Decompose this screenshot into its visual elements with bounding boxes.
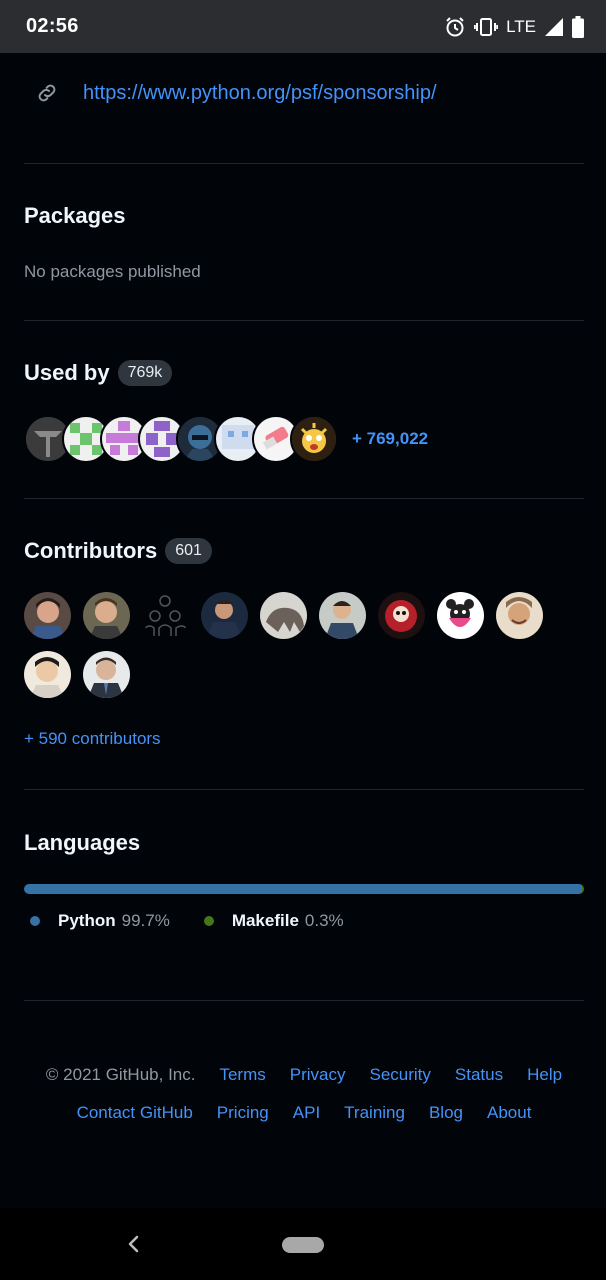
more-contributors-link[interactable]: + 590 contributors bbox=[24, 729, 161, 749]
status-bar: 02:56 LTE bbox=[0, 0, 606, 53]
divider bbox=[24, 498, 584, 499]
used-by-heading[interactable]: Used by 769k bbox=[24, 360, 173, 386]
language-bar-segment-makefile bbox=[582, 884, 584, 894]
footer-link-privacy[interactable]: Privacy bbox=[290, 1065, 346, 1085]
language-dot bbox=[30, 916, 40, 926]
language-percent: 99.7% bbox=[121, 911, 170, 930]
link-icon bbox=[38, 84, 56, 102]
divider bbox=[24, 1000, 584, 1001]
language-item-python[interactable]: Python 99.7% bbox=[30, 911, 170, 931]
contributor-avatar[interactable] bbox=[437, 592, 484, 639]
footer-link-status[interactable]: Status bbox=[455, 1065, 503, 1085]
contributor-avatar[interactable] bbox=[24, 592, 71, 639]
vibrate-icon bbox=[474, 18, 499, 36]
language-name: Python bbox=[58, 911, 116, 930]
contributors-heading[interactable]: Contributors 601 bbox=[24, 538, 212, 564]
footer-row-2: Contact GitHub Pricing API Training Blog… bbox=[24, 1103, 584, 1123]
status-icons: LTE bbox=[444, 14, 584, 40]
contributor-avatar[interactable] bbox=[201, 592, 248, 639]
languages-heading: Languages bbox=[24, 830, 140, 856]
language-percent: 0.3% bbox=[304, 911, 344, 930]
footer-link-blog[interactable]: Blog bbox=[429, 1103, 463, 1123]
contributor-avatar[interactable] bbox=[83, 651, 130, 698]
languages-title: Languages bbox=[24, 830, 141, 855]
signal-icon bbox=[545, 18, 563, 36]
footer-link-pricing[interactable]: Pricing bbox=[217, 1103, 269, 1123]
contributors-count-badge: 601 bbox=[165, 538, 212, 564]
status-time: 02:56 bbox=[26, 15, 79, 37]
packages-title[interactable]: Packages bbox=[24, 203, 126, 229]
website-link[interactable]: https://www.python.org/psf/sponsorship/ bbox=[83, 82, 437, 105]
contributor-avatar[interactable] bbox=[24, 651, 71, 698]
divider bbox=[24, 320, 584, 321]
battery-icon bbox=[572, 16, 584, 38]
contributor-avatar[interactable] bbox=[142, 592, 189, 639]
contributor-avatar[interactable] bbox=[496, 592, 543, 639]
contributor-avatar[interactable] bbox=[83, 592, 130, 639]
back-icon[interactable] bbox=[124, 1232, 144, 1256]
contributor-avatar[interactable] bbox=[319, 592, 366, 639]
used-by-avatars[interactable]: + 769,022 bbox=[24, 415, 428, 463]
contributor-avatar[interactable] bbox=[378, 592, 425, 639]
language-name: Makefile bbox=[231, 911, 299, 930]
footer-link-terms[interactable]: Terms bbox=[219, 1065, 265, 1085]
languages-legend: Python 99.7% Makefile 0.3% bbox=[30, 911, 344, 931]
footer-link-about[interactable]: About bbox=[487, 1103, 531, 1123]
footer-link-security[interactable]: Security bbox=[369, 1065, 430, 1085]
avatar[interactable] bbox=[290, 415, 338, 463]
used-by-title[interactable]: Used by bbox=[24, 360, 110, 386]
website-link-row[interactable]: https://www.python.org/psf/sponsorship/ bbox=[24, 75, 437, 111]
used-by-count-badge: 769k bbox=[117, 360, 173, 386]
footer-copyright: © 2021 GitHub, Inc. bbox=[45, 1065, 196, 1084]
home-pill-button[interactable] bbox=[282, 1237, 324, 1253]
footer-link-training[interactable]: Training bbox=[344, 1103, 405, 1123]
footer-link-api[interactable]: API bbox=[293, 1103, 320, 1123]
alarm-icon bbox=[446, 17, 464, 37]
footer-link-contact[interactable]: Contact GitHub bbox=[77, 1103, 193, 1123]
language-bar-segment-python bbox=[24, 884, 583, 894]
packages-empty-text: No packages published bbox=[24, 262, 201, 281]
language-item-makefile[interactable]: Makefile 0.3% bbox=[203, 911, 344, 931]
languages-bar bbox=[24, 884, 584, 894]
divider bbox=[24, 163, 584, 164]
contributor-avatar[interactable] bbox=[260, 592, 307, 639]
contributors-title[interactable]: Contributors bbox=[24, 538, 157, 564]
language-dot bbox=[203, 916, 214, 926]
network-type: LTE bbox=[506, 17, 536, 36]
used-by-more-link[interactable]: + 769,022 bbox=[352, 429, 428, 449]
footer-row-1: © 2021 GitHub, Inc. Terms Privacy Securi… bbox=[24, 1065, 584, 1085]
packages-heading[interactable]: Packages bbox=[24, 203, 126, 229]
divider bbox=[24, 789, 584, 790]
footer-link-help[interactable]: Help bbox=[527, 1065, 562, 1085]
